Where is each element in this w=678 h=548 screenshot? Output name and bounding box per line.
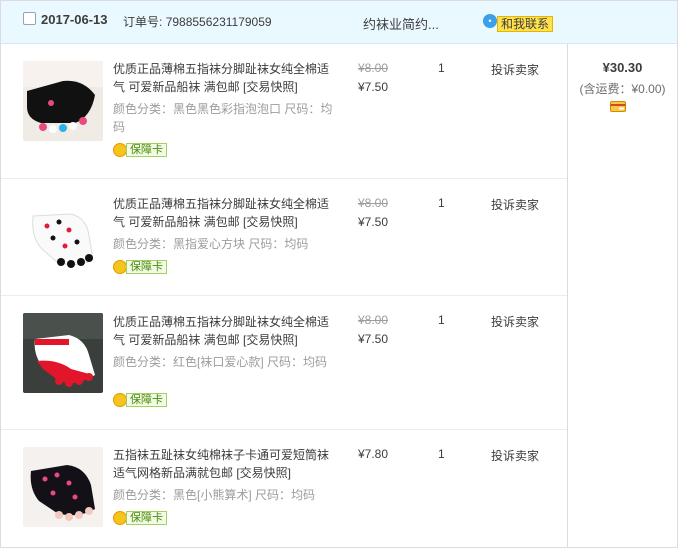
sock-image-1	[23, 61, 103, 141]
shield-badge-icon	[113, 393, 127, 407]
product-sku: 颜色分类：黑色黑色彩指泡泡口 尺码：均码	[113, 102, 333, 134]
order-checkbox[interactable]	[23, 12, 36, 25]
contact-seller-label: 和我联系	[497, 16, 554, 32]
table-row: 优质正品薄棉五指袜分脚趾袜女纯全棉适气 可爱新品船袜 满包邮 [交易快照] 颜色…	[1, 44, 567, 179]
shop-name-link[interactable]: 约袜业简约...	[363, 14, 439, 33]
order-header: 2017-06-13 订单号: 7988556231179059 约袜业简约..…	[1, 1, 677, 44]
order-number-label: 订单号:	[123, 15, 163, 29]
shield-badge-icon	[113, 511, 127, 525]
original-price: ¥8.00	[358, 313, 389, 327]
chat-bubble-icon: •	[483, 14, 497, 28]
product-sku: 颜色分类：黑色[小熊算术] 尺码：均码	[113, 488, 316, 502]
order-number: 订单号: 7988556231179059	[123, 13, 272, 30]
product-thumbnail[interactable]	[23, 313, 103, 393]
complain-seller-link[interactable]: 投诉卖家	[491, 313, 539, 330]
order-total-price: ¥30.30	[602, 60, 643, 75]
complain-seller-link[interactable]: 投诉卖家	[491, 447, 539, 464]
original-price: ¥8.00	[358, 61, 389, 75]
guarantee-card-label: 保障卡	[126, 393, 167, 407]
product-thumbnail[interactable]	[23, 196, 103, 276]
order-date: 2017-06-13	[41, 12, 108, 27]
unit-price: ¥7.50	[358, 332, 389, 346]
unit-price: ¥7.50	[358, 80, 389, 94]
product-title-link[interactable]: 优质正品薄棉五指袜分脚趾袜女纯全棉适气 可爱新品船袜 满包邮 [交易快照]	[113, 195, 333, 231]
product-thumbnail[interactable]	[23, 61, 103, 141]
shield-badge-icon	[113, 260, 127, 274]
complain-seller-link[interactable]: 投诉卖家	[491, 61, 539, 78]
order-total-column: ¥30.30 (含运费：¥0.00)	[568, 44, 677, 547]
order-items: 优质正品薄棉五指袜分脚趾袜女纯全棉适气 可爱新品船袜 满包邮 [交易快照] 颜色…	[1, 44, 568, 547]
product-title-link[interactable]: 优质正品薄棉五指袜分脚趾袜女纯全棉适气 可爱新品船袜 满包邮 [交易快照]	[113, 60, 333, 96]
guarantee-card-label: 保障卡	[126, 511, 167, 525]
quantity: 1	[438, 447, 445, 461]
shield-badge-icon	[113, 143, 127, 157]
order-card: 2017-06-13 订单号: 7988556231179059 约袜业简约..…	[0, 0, 678, 548]
unit-price: ¥7.50	[358, 215, 389, 229]
table-row: 优质正品薄棉五指袜分脚趾袜女纯全棉适气 可爱新品船袜 满包邮 [交易快照] 颜色…	[1, 296, 567, 430]
quantity: 1	[438, 196, 445, 210]
table-row: 优质正品薄棉五指袜分脚趾袜女纯全棉适气 可爱新品船袜 满包邮 [交易快照] 颜色…	[1, 179, 567, 296]
order-number-value: 7988556231179059	[165, 15, 272, 29]
product-thumbnail[interactable]	[23, 447, 103, 527]
product-sku: 颜色分类：黑指爱心方块 尺码：均码	[113, 237, 309, 251]
product-title-link[interactable]: 五指袜五趾袜女纯棉袜子卡通可爱短筒袜适气网格新品满就包邮 [交易快照]	[113, 446, 333, 482]
sock-image-4	[23, 447, 103, 527]
table-row: 五指袜五趾袜女纯棉袜子卡通可爱短筒袜适气网格新品满就包邮 [交易快照] 颜色分类…	[1, 430, 567, 547]
product-sku: 颜色分类：红色[袜口爱心款] 尺码：均码	[113, 355, 328, 369]
card-icon[interactable]	[610, 101, 626, 112]
guarantee-card-label: 保障卡	[126, 260, 167, 274]
guarantee-card-label: 保障卡	[126, 143, 167, 157]
sock-image-2	[23, 196, 103, 276]
shipping-fee-note: (含运费：¥0.00)	[579, 82, 666, 96]
quantity: 1	[438, 313, 445, 327]
complain-seller-link[interactable]: 投诉卖家	[491, 196, 539, 213]
quantity: 1	[438, 61, 445, 75]
unit-price: ¥7.80	[358, 447, 389, 461]
sock-image-3	[23, 313, 103, 393]
product-title-link[interactable]: 优质正品薄棉五指袜分脚趾袜女纯全棉适气 可爱新品船袜 满包邮 [交易快照]	[113, 313, 333, 349]
original-price: ¥8.00	[358, 196, 389, 210]
